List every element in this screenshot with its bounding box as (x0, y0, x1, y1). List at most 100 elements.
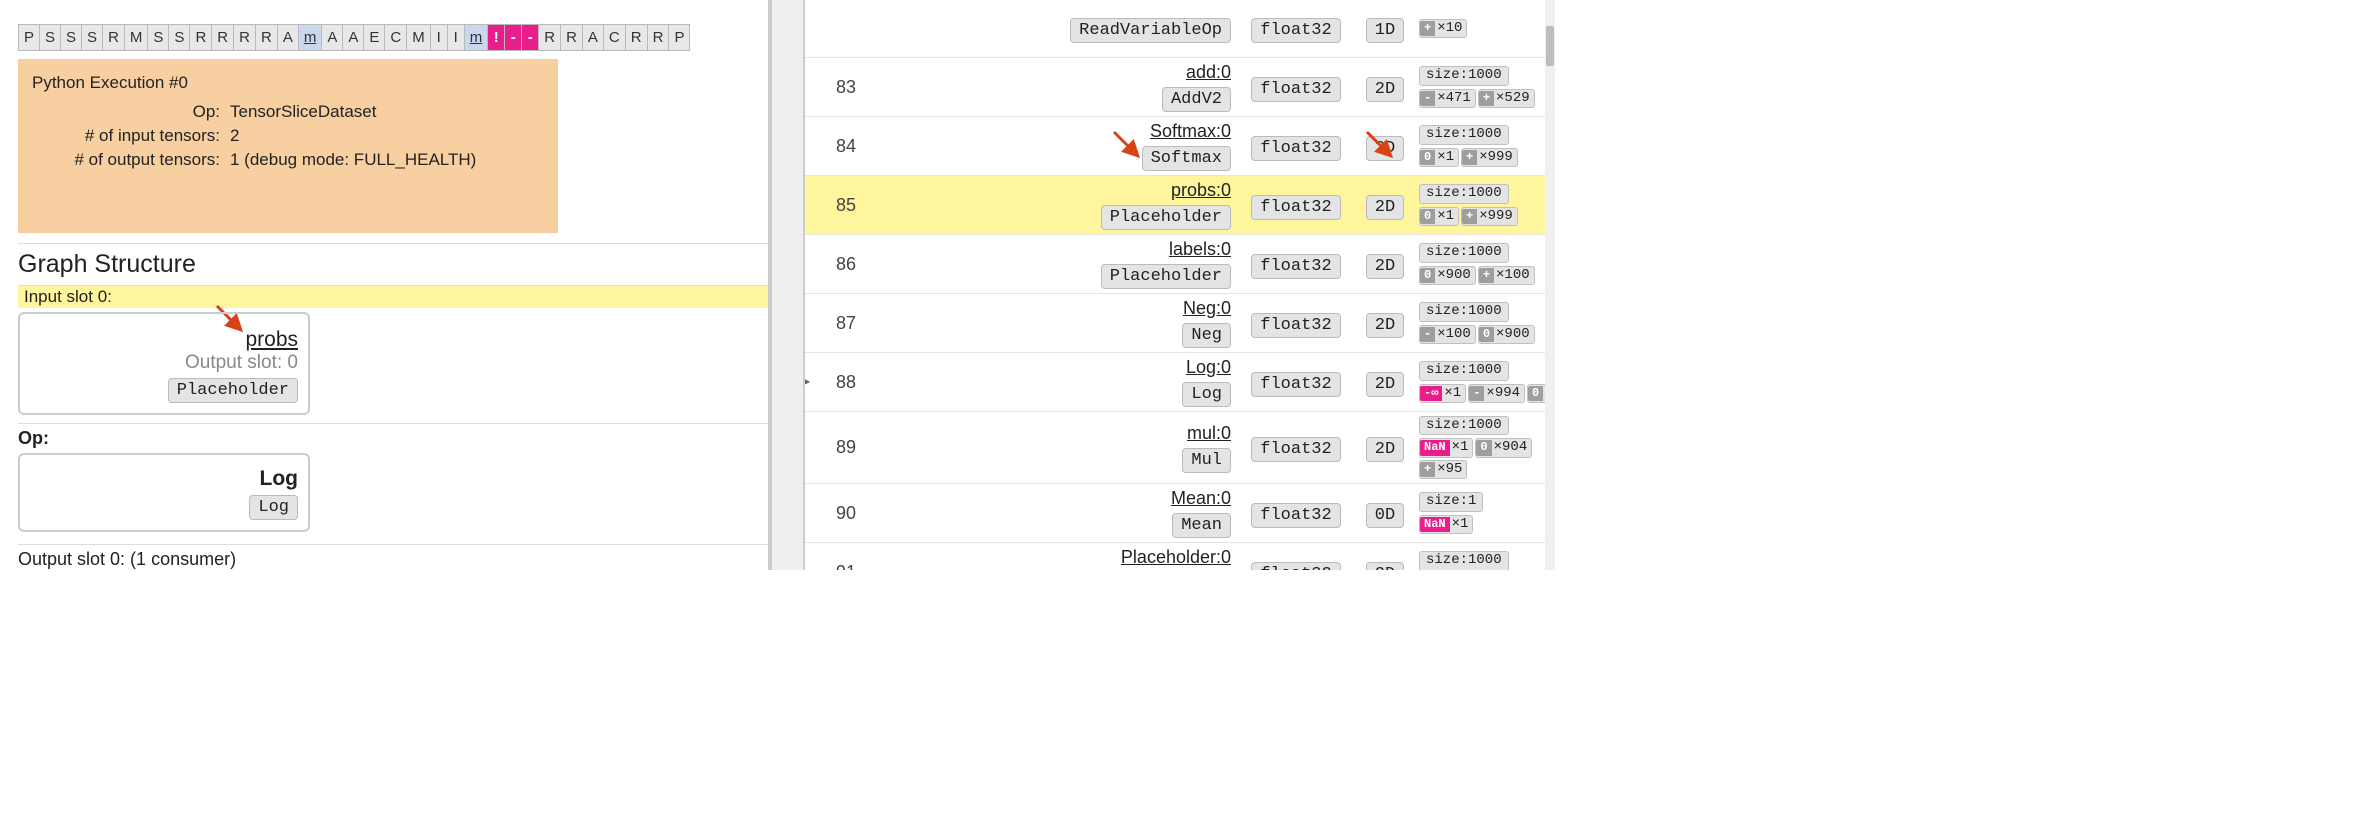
scrollbar-thumb[interactable] (1546, 26, 1554, 66)
size-badge: size:1000 (1419, 361, 1509, 380)
op-link[interactable]: Mean:0 (877, 488, 1231, 509)
op-link[interactable]: mul:0 (877, 423, 1231, 444)
breadcrumb-item[interactable]: - (522, 25, 539, 50)
breadcrumb-item[interactable]: C (604, 25, 626, 50)
breadcrumb-item[interactable]: I (431, 25, 448, 50)
breadcrumb-item[interactable]: E (364, 25, 385, 50)
vertical-scrollbar[interactable] (1545, 0, 1555, 570)
breadcrumb-item[interactable]: R (626, 25, 648, 50)
count-chip: NaN×1 (1419, 438, 1473, 457)
breadcrumb-item[interactable]: C (385, 25, 407, 50)
op-type-badge[interactable]: Softmax (1142, 146, 1231, 171)
breadcrumb-item[interactable]: A (583, 25, 604, 50)
op-link[interactable]: probs:0 (877, 180, 1231, 201)
info-label: # of input tensors: (34, 125, 224, 147)
op-type-badge[interactable]: Mean (1172, 513, 1231, 538)
count-chip: +×529 (1478, 89, 1535, 108)
breadcrumb-item[interactable]: R (539, 25, 561, 50)
input-node-card[interactable]: probs Output slot: 0 Placeholder (18, 312, 310, 415)
breadcrumb-item[interactable]: S (169, 25, 190, 50)
op-link[interactable]: Neg:0 (877, 298, 1231, 319)
op-type-badge[interactable]: Log (1182, 382, 1231, 407)
placeholder-badge[interactable]: Placeholder (168, 378, 298, 403)
breadcrumb-item[interactable]: A (278, 25, 299, 50)
op-link[interactable]: add:0 (877, 62, 1231, 83)
tensor-row[interactable]: 89mul:0Mulfloat322Dsize:1000NaN×10×904+×… (805, 412, 1545, 484)
breadcrumb-item[interactable]: R (212, 25, 234, 50)
op-link[interactable]: Log:0 (877, 357, 1231, 378)
tensor-row[interactable]: 84Softmax:0Softmaxfloat322Dsize:10000×1+… (805, 117, 1545, 176)
tensor-row[interactable]: 85probs:0Placeholderfloat322Dsize:10000×… (805, 176, 1545, 235)
size-badge: size:1000 (1419, 243, 1509, 262)
size-badge: size:1000 (1419, 66, 1509, 85)
breadcrumb-item[interactable]: S (61, 25, 82, 50)
stats-column: size:10000×900+×100 (1419, 243, 1545, 285)
execution-title: Python Execution #0 (32, 73, 544, 93)
row-number: 90 (813, 503, 873, 524)
breadcrumb-item[interactable]: R (190, 25, 212, 50)
size-badge: size:1000 (1419, 125, 1509, 144)
breadcrumb-item[interactable]: A (343, 25, 364, 50)
breadcrumb-item[interactable]: R (648, 25, 670, 50)
dim-badge: 2D (1366, 437, 1404, 462)
tensor-row[interactable]: 88Log:0Logfloat322Dsize:1000-∞×1-×9940×5 (805, 353, 1545, 412)
breadcrumb-item[interactable]: - (505, 25, 522, 50)
op-link[interactable]: Placeholder:0 (877, 547, 1231, 568)
tensor-row[interactable]: 91Placeholder:0Placeholderfloat322Dsize:… (805, 543, 1545, 570)
dim-badge: 2D (1366, 77, 1404, 102)
op-link[interactable]: labels:0 (877, 239, 1231, 260)
breadcrumb-item[interactable]: S (82, 25, 103, 50)
op-type-badge[interactable]: Placeholder (1101, 205, 1231, 230)
breadcrumb-item[interactable]: ! (488, 25, 505, 50)
breadcrumb-item[interactable]: R (234, 25, 256, 50)
count-chip: -×994 (1468, 384, 1525, 403)
log-badge[interactable]: Log (249, 495, 298, 520)
breadcrumb-item[interactable]: R (256, 25, 278, 50)
dtype-badge: float32 (1251, 437, 1340, 462)
count-chip: +×999 (1461, 207, 1518, 226)
op-link[interactable]: Softmax:0 (877, 121, 1231, 142)
op-card: Log Log (18, 453, 310, 532)
op-column: mul:0 Mul (877, 423, 1237, 473)
breadcrumb-item[interactable]: P (19, 25, 40, 50)
stats-column: size:10000×1+×999 (1419, 125, 1545, 167)
breadcrumb-item[interactable]: A (322, 25, 343, 50)
tensor-row[interactable]: 86labels:0Placeholderfloat322Dsize:10000… (805, 235, 1545, 294)
tensor-row[interactable]: ReadVariableOpfloat321D+×10 (805, 0, 1545, 58)
input-slot-label: Input slot 0: (18, 285, 768, 308)
stats-column: size:1000-×471+×529 (1419, 66, 1545, 108)
tensor-row[interactable]: 83add:0AddV2float322Dsize:1000-×471+×529 (805, 58, 1545, 117)
breadcrumb-item[interactable]: M (125, 25, 149, 50)
panel-divider[interactable] (770, 0, 805, 570)
op-column: Neg:0 Neg (877, 298, 1237, 348)
breadcrumb-item[interactable]: P (669, 25, 689, 50)
count-chip: 0×900 (1478, 325, 1535, 344)
dim-badge: 1D (1366, 18, 1404, 43)
dim-badge: 2D (1366, 372, 1404, 397)
tensor-row[interactable]: 87Neg:0Negfloat322Dsize:1000-×1000×900 (805, 294, 1545, 353)
breadcrumb-item[interactable]: M (407, 25, 431, 50)
row-number: 86 (813, 254, 873, 275)
op-type-badge[interactable]: AddV2 (1162, 87, 1231, 112)
breadcrumb-item[interactable]: S (148, 25, 169, 50)
probs-link[interactable]: probs (30, 328, 298, 352)
stats-column: size:1000-×1000×900 (1419, 302, 1545, 344)
dtype-badge: float32 (1251, 18, 1340, 43)
breadcrumb-item[interactable]: m (465, 25, 489, 50)
op-type-badge[interactable]: Placeholder (1101, 264, 1231, 289)
breadcrumb-item[interactable]: R (103, 25, 125, 50)
tensor-row[interactable]: 90Mean:0Meanfloat320Dsize:1NaN×1 (805, 484, 1545, 543)
op-type-badge[interactable]: ReadVariableOp (1070, 18, 1231, 43)
breadcrumb-item[interactable]: m (299, 25, 323, 50)
breadcrumb-item[interactable]: R (561, 25, 583, 50)
op-column: add:0 AddV2 (877, 62, 1237, 112)
dtype-badge: float32 (1251, 254, 1340, 279)
breadcrumb-item[interactable]: S (40, 25, 61, 50)
op-type-badge[interactable]: Neg (1182, 323, 1231, 348)
row-number: 91 (813, 562, 873, 570)
breadcrumb-item[interactable]: I (448, 25, 465, 50)
count-chip: 0×1 (1419, 207, 1459, 226)
row-number: 87 (813, 313, 873, 334)
op-label: Op: (18, 423, 768, 449)
op-type-badge[interactable]: Mul (1182, 448, 1231, 473)
